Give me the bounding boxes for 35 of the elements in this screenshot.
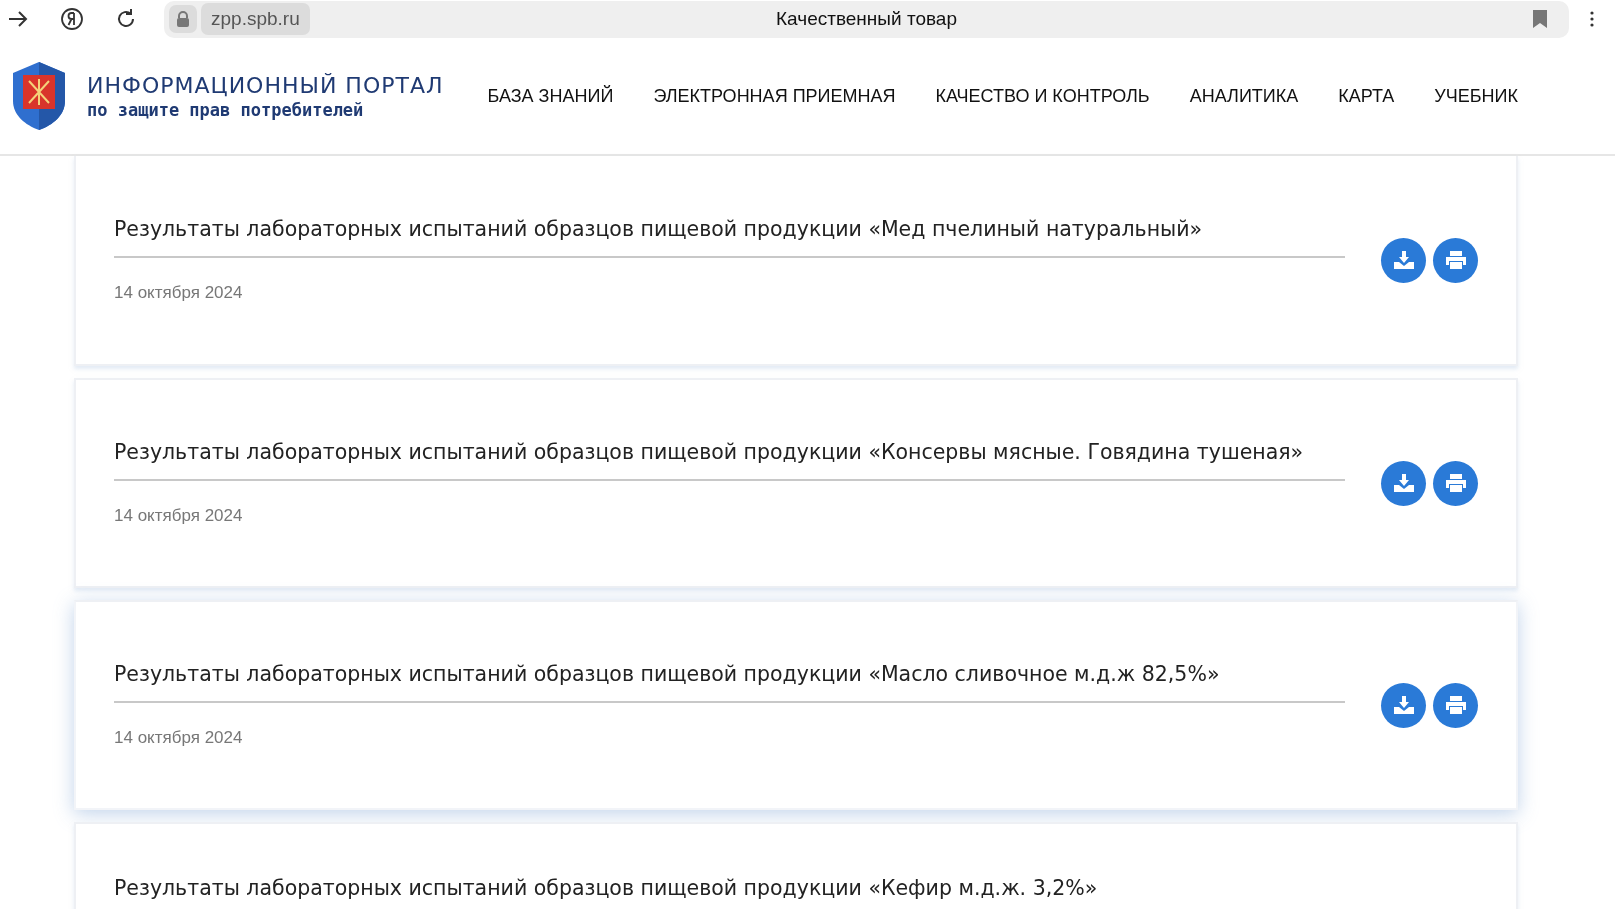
nav-link[interactable]: БАЗА ЗНАНИЙ <box>487 85 614 107</box>
print-button[interactable] <box>1433 682 1478 728</box>
more-menu-icon[interactable] <box>1589 10 1595 28</box>
portal-title: ИНФОРМАЦИОННЫЙ ПОРТАЛ <box>87 72 444 98</box>
download-icon <box>1393 474 1414 492</box>
lock-icon <box>169 5 197 33</box>
portal-subtitle: по защите прав потребителей <box>87 99 365 120</box>
bookmark-icon[interactable] <box>1533 9 1547 28</box>
url-text[interactable]: zpp.spb.ru <box>201 3 310 35</box>
download-icon <box>1393 696 1414 714</box>
download-icon <box>1393 251 1414 269</box>
document-date: 14 октября 2024 <box>114 506 244 526</box>
page-title: Качественный товар <box>776 8 957 29</box>
document-date: 14 октября 2024 <box>114 728 244 748</box>
printer-icon <box>1445 251 1466 269</box>
print-button[interactable] <box>1433 237 1478 283</box>
document-date: 14 октября 2024 <box>114 283 244 303</box>
document-title[interactable]: Результаты лабораторных испытаний образцов пищевой продукции «Масло сливочное м.д.ж 82,5%» <box>114 662 1345 703</box>
download-button[interactable] <box>1381 682 1426 728</box>
address-bar[interactable]: zpp.spb.ru Качественный товар <box>164 0 1569 38</box>
download-button[interactable] <box>1381 237 1426 283</box>
document-title[interactable]: Результаты лабораторных испытаний образцов пищевой продукции «Кефир м.д.ж. 3,2%» <box>114 876 1351 909</box>
download-button[interactable] <box>1381 460 1426 506</box>
document-title[interactable]: Результаты лабораторных испытаний образцов пищевой продукции «Мед пчелиный натуральный» <box>114 217 1345 258</box>
nav-link[interactable]: УЧЕБНИК <box>1434 85 1519 107</box>
printer-icon <box>1445 696 1466 714</box>
nav-link[interactable]: ЭЛЕКТРОННАЯ ПРИЕМНАЯ <box>653 85 896 107</box>
browser-logo-icon[interactable] <box>60 7 84 31</box>
document-title[interactable]: Результаты лабораторных испытаний образцов пищевой продукции «Консервы мясные. Говядина тушеная» <box>114 440 1345 481</box>
print-button[interactable] <box>1433 460 1478 506</box>
printer-icon <box>1445 474 1466 492</box>
nav-link[interactable]: КАРТА <box>1338 85 1395 107</box>
nav-link[interactable]: АНАЛИТИКА <box>1189 85 1299 107</box>
shield-logo-icon[interactable] <box>11 61 67 131</box>
nav-link[interactable]: КАЧЕСТВО И КОНТРОЛЬ <box>935 85 1150 107</box>
